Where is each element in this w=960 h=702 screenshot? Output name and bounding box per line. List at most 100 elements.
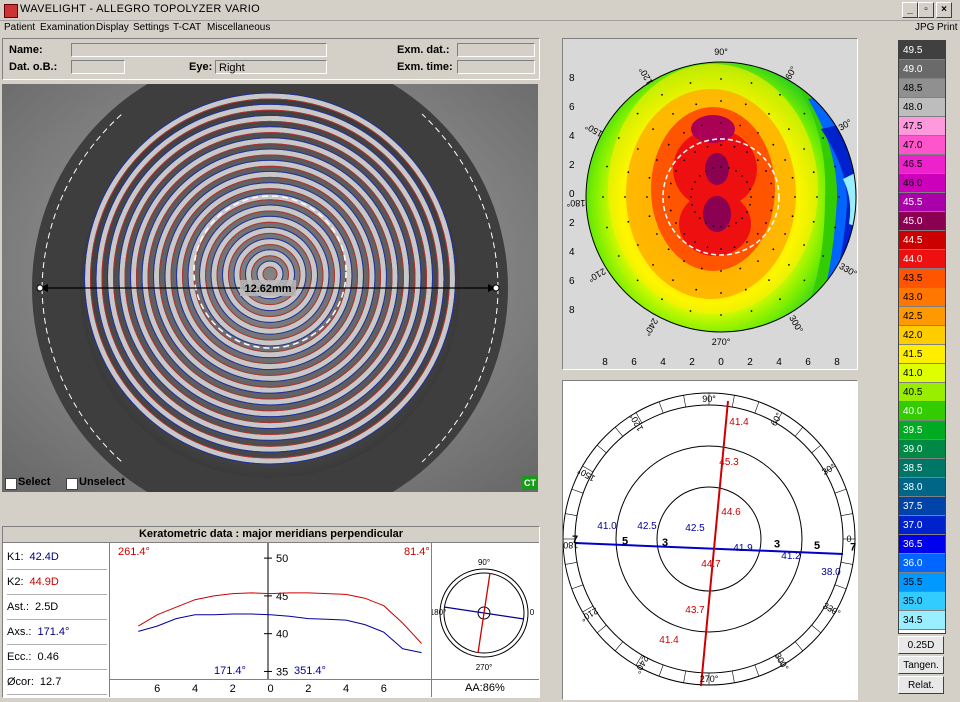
topo-y-tick: 6 xyxy=(569,102,575,113)
keratometric-title: Keratometric data : major meridians perp… xyxy=(3,527,539,543)
topo-x-tick: 6 xyxy=(805,357,811,368)
exam-date-label: Exm. dat.: xyxy=(397,44,450,56)
topo-x-tick: 2 xyxy=(689,357,695,368)
scale-value: 37.0 xyxy=(899,516,945,535)
scale-value: 40.5 xyxy=(899,383,945,402)
topo-x-tick: 2 xyxy=(747,357,753,368)
svg-text:270°: 270° xyxy=(476,663,493,672)
svg-text:0: 0 xyxy=(530,608,535,617)
kerato-label: K1: xyxy=(7,551,24,563)
exam-time-label: Exm. time: xyxy=(397,61,453,73)
menu-bar: Patient Examination Display Settings T-C… xyxy=(0,20,960,36)
kerato-value: 44.9D xyxy=(29,576,59,588)
kerato-value: 0.46 xyxy=(37,651,59,663)
exam-time-field[interactable] xyxy=(457,60,535,74)
exam-date-field[interactable] xyxy=(457,43,535,57)
topo-x-tick: 8 xyxy=(834,357,840,368)
scale-value: 48.5 xyxy=(899,79,945,98)
menu-miscellaneous[interactable]: Miscellaneous xyxy=(207,22,270,33)
unselect-checkbox[interactable] xyxy=(66,478,78,490)
meridian-ring-label: 3 xyxy=(662,537,668,549)
scale-value: 46.5 xyxy=(899,155,945,174)
menu-tcat[interactable]: T-CAT xyxy=(173,22,201,33)
ct-badge: CT xyxy=(522,476,538,490)
meridian-ring-label: 5 xyxy=(814,540,820,552)
kerato-label: Ecc.: xyxy=(7,651,32,663)
scale-value: 34.5 xyxy=(899,611,945,630)
scale-value: 39.0 xyxy=(899,440,945,459)
right-angle-blue: 351.4° xyxy=(294,665,326,677)
right-angle-red: 81.4° xyxy=(404,546,430,558)
patient-info-panel: Name: Dat. o.B.: Eye: Right Exm. dat.: E… xyxy=(2,38,540,80)
topo-angle-label: 90° xyxy=(714,47,728,57)
mode-button[interactable]: Tangen. xyxy=(898,656,944,674)
topo-y-tick: 0 xyxy=(569,189,575,200)
aa-label: AA:86% xyxy=(465,682,505,694)
meridian-red-value: 43.7 xyxy=(685,605,705,616)
restore-button[interactable]: ▫ xyxy=(918,2,934,18)
topo-angle-label: 240° xyxy=(642,317,660,338)
scale-value: 49.5 xyxy=(899,41,945,60)
kerato-row: Ast.: 2.5D xyxy=(7,595,107,620)
select-checkbox[interactable] xyxy=(5,478,17,490)
meridian-blue-value: 41.2 xyxy=(781,551,801,562)
keratometric-xaxis: 6 4 2 0 2 4 6 xyxy=(154,683,387,695)
scale-value: 35.0 xyxy=(899,592,945,611)
scale-value: 40.0 xyxy=(899,402,945,421)
menu-patient[interactable]: Patient xyxy=(4,22,35,33)
eye-image-panel[interactable]: 12.62mm Select Unselect CT xyxy=(2,50,538,526)
kerato-x-tick: 2 xyxy=(305,683,311,695)
scale-value: 35.5 xyxy=(899,573,945,592)
scale-value: 37.5 xyxy=(899,497,945,516)
dob-field[interactable] xyxy=(71,60,125,74)
meridian-ring-label: 7 xyxy=(572,534,578,546)
menu-jpg[interactable]: JPG xyxy=(915,22,934,33)
menu-settings[interactable]: Settings xyxy=(133,22,169,33)
diameter-label: 12.62mm xyxy=(244,283,291,295)
topography-map-panel: 90°60°30°0330°300°270°240°210°180°150°12… xyxy=(562,38,869,370)
meridian-red-value: 45.3 xyxy=(719,457,739,468)
step-button[interactable]: 0.25D xyxy=(898,636,944,654)
scale-value: 42.0 xyxy=(899,326,945,345)
topo-x-tick: 8 xyxy=(602,357,608,368)
scale-value: 46.0 xyxy=(899,174,945,193)
topo-angle-label: 30° xyxy=(837,117,854,133)
scale-value: 36.0 xyxy=(899,554,945,573)
meridian-blue-value: 41.0 xyxy=(597,521,617,532)
meridian-red-value: 44.6 xyxy=(721,507,741,518)
title-bar: WAVELIGHT - ALLEGRO TOPOLYZER VARIO _ ▫ … xyxy=(0,0,960,21)
menu-examination[interactable]: Examination xyxy=(40,22,95,33)
kerato-y-tick: 40 xyxy=(276,629,288,641)
meridian-ring-label: 5 xyxy=(622,536,628,548)
topo-x-tick: 0 xyxy=(718,357,724,368)
meridian-blue-value: 41.9 xyxy=(733,543,753,554)
topo-angle-label: 300° xyxy=(787,314,805,335)
ref-button[interactable]: Relat. xyxy=(898,676,944,694)
topo-y-tick: 8 xyxy=(569,73,575,84)
meridian-angle-label: 30° xyxy=(820,461,837,477)
menu-print[interactable]: Print xyxy=(937,22,958,33)
name-field[interactable] xyxy=(71,43,327,57)
meridian-red-value: 41.4 xyxy=(659,635,679,646)
kerato-row: Øcor: 12.7 xyxy=(7,670,107,695)
eye-field[interactable]: Right xyxy=(215,60,327,74)
kerato-row: Ecc.: 0.46 xyxy=(7,645,107,670)
scale-value: 38.0 xyxy=(899,478,945,497)
kerato-label: Ast.: xyxy=(7,601,30,613)
scale-value: 44.0 xyxy=(899,250,945,269)
meridian-angle-label: 330° xyxy=(821,600,842,618)
topo-y-tick: 2 xyxy=(569,160,575,171)
menu-display[interactable]: Display xyxy=(96,22,129,33)
window-title: WAVELIGHT - ALLEGRO TOPOLYZER VARIO xyxy=(20,3,260,15)
scale-value: 38.5 xyxy=(899,459,945,478)
minimize-button[interactable]: _ xyxy=(902,2,918,18)
scale-value: 49.0 xyxy=(899,60,945,79)
meridian-angle-label: 90° xyxy=(702,394,716,404)
svg-text:90°: 90° xyxy=(478,558,490,567)
kerato-label: K2: xyxy=(7,576,24,588)
scale-value: 41.0 xyxy=(899,364,945,383)
close-button[interactable]: × xyxy=(936,2,952,18)
meridian-blue-value: 38.0 xyxy=(821,567,841,578)
scale-value: 43.0 xyxy=(899,288,945,307)
scale-value: 48.0 xyxy=(899,98,945,117)
